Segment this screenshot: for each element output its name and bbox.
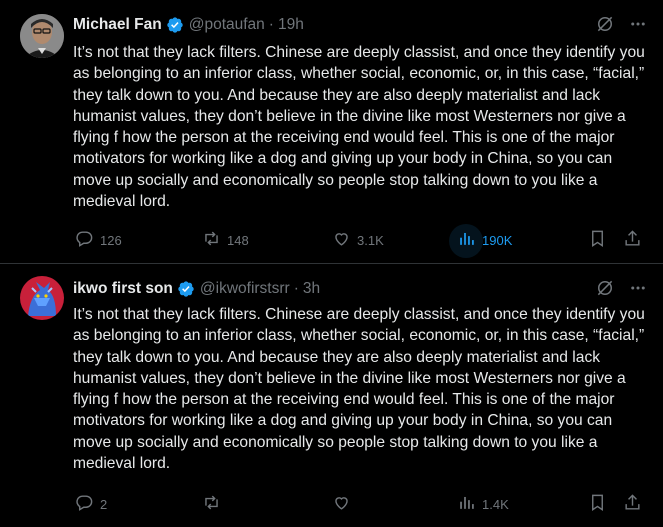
share-icon	[623, 493, 642, 515]
verified-badge-icon	[166, 16, 184, 34]
author-handle[interactable]: @ikwofirstsrr	[200, 280, 290, 298]
repost-icon	[202, 493, 221, 515]
tweet-header: ikwo first son @ikwofirstsrr · 3h	[73, 278, 647, 300]
timestamp[interactable]: 19h	[278, 16, 304, 34]
like-icon	[332, 493, 351, 515]
reply-icon	[75, 229, 94, 251]
views-button[interactable]: 1.4K	[457, 493, 509, 515]
avatar[interactable]	[20, 276, 64, 320]
views-icon	[457, 493, 476, 515]
tweet-actions: 2 1.4K	[73, 492, 645, 516]
reply-icon	[75, 493, 94, 515]
avatar[interactable]	[20, 14, 64, 58]
views-icon	[457, 229, 476, 251]
repost-button[interactable]	[202, 493, 227, 515]
separator-dot: ·	[268, 16, 274, 33]
repost-icon	[202, 229, 221, 251]
bookmark-button[interactable]	[588, 229, 607, 251]
grok-icon[interactable]	[595, 278, 615, 303]
author-name[interactable]: ikwo first son	[73, 280, 173, 298]
verified-badge-icon	[177, 280, 195, 298]
tweet-text: It’s not that they lack filters. Chinese…	[73, 44, 645, 211]
separator-dot: ·	[293, 280, 299, 297]
reply-button[interactable]: 126	[75, 229, 122, 251]
share-button[interactable]	[623, 493, 642, 515]
more-icon[interactable]	[629, 279, 647, 302]
more-icon[interactable]	[629, 15, 647, 38]
author-name[interactable]: Michael Fan	[73, 16, 162, 34]
like-count: 3.1K	[357, 232, 384, 248]
tweet-feed: Michael Fan @potaufan · 19h It’s not tha…	[0, 0, 663, 527]
timestamp[interactable]: 3h	[303, 280, 320, 298]
reply-count: 2	[100, 496, 108, 512]
bookmark-button[interactable]	[588, 493, 607, 515]
share-button[interactable]	[623, 229, 642, 251]
bookmark-icon	[588, 229, 607, 251]
like-icon	[332, 229, 351, 251]
share-icon	[623, 229, 642, 251]
like-button[interactable]	[332, 493, 357, 515]
views-count: 190K	[482, 232, 513, 248]
tweet-text: It’s not that they lack filters. Chinese…	[73, 306, 645, 473]
reply-count: 126	[100, 232, 122, 248]
tweet-actions: 126 148 3.1K 190K	[73, 224, 645, 258]
views-count: 1.4K	[482, 496, 509, 512]
views-button[interactable]: 190K	[449, 224, 513, 258]
tweet[interactable]: ikwo first son @ikwofirstsrr · 3h It’s n…	[0, 264, 663, 527]
repost-count: 148	[227, 232, 249, 248]
grok-icon[interactable]	[595, 14, 615, 39]
repost-button[interactable]: 148	[202, 229, 249, 251]
tweet[interactable]: Michael Fan @potaufan · 19h It’s not tha…	[0, 0, 663, 264]
tweet-header: Michael Fan @potaufan · 19h	[73, 14, 647, 36]
like-button[interactable]: 3.1K	[332, 229, 384, 251]
author-handle[interactable]: @potaufan	[189, 16, 265, 34]
reply-button[interactable]: 2	[75, 493, 107, 515]
bookmark-icon	[588, 493, 607, 515]
